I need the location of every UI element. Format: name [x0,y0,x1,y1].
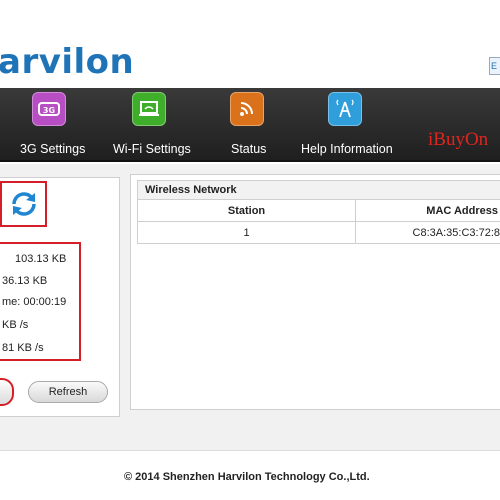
sent-bytes: 103.13 KB [15,253,67,265]
nav-label: 3G Settings [20,142,86,156]
help-icon [328,92,362,126]
wireless-network-table: Wireless Network Station MAC Address 1 C… [137,180,500,244]
refresh-button[interactable]: Refresh [28,381,108,403]
rss-status-icon [230,92,264,126]
wifi-settings-icon [132,92,166,126]
nav-label: Wi-Fi Settings [113,142,191,156]
table-row: 1 C8:3A:35:C3:72:8 [137,221,500,244]
nav-help-information[interactable]: Help Information [290,88,410,162]
nav-wifi-settings[interactable]: Wi-Fi Settings [104,88,200,162]
mac-cell: C8:3A:35:C3:72:8 [355,221,500,244]
copyright-text: © 2014 Shenzhen Harvilon Technology Co.,… [124,471,370,483]
nav-label: Help Information [301,142,393,156]
main-navbar: 3G 3G Settings Wi-Fi Settings Status Hel… [0,88,500,162]
sync-icon [11,192,36,216]
download-rate: 81 KB /s [2,342,44,354]
header: arvilon E [0,0,500,88]
column-header-mac: MAC Address [355,199,500,222]
wireless-network-title: Wireless Network [137,180,500,200]
nav-status[interactable]: Status [200,88,290,162]
language-selector[interactable]: E [489,57,500,75]
nav-label: Status [231,142,267,156]
connection-time: me: 00:00:19 [2,296,67,308]
harvilon-logo: arvilon [0,42,135,82]
received-bytes: 36.13 KB [2,275,48,287]
station-cell: 1 [137,221,356,244]
svg-text:3G: 3G [43,106,55,115]
refresh-status-icon[interactable] [0,181,47,227]
column-header-station: Station [137,199,356,222]
nav-3g-settings[interactable]: 3G 3G Settings [0,88,104,162]
upload-rate: KB /s [2,319,29,331]
brand-watermark: iBuyOn [428,129,489,150]
3g-icon: 3G [32,92,66,126]
traffic-stats: 103.13 KB 36.13 KB me: 00:00:19 KB /s 81… [0,242,81,361]
